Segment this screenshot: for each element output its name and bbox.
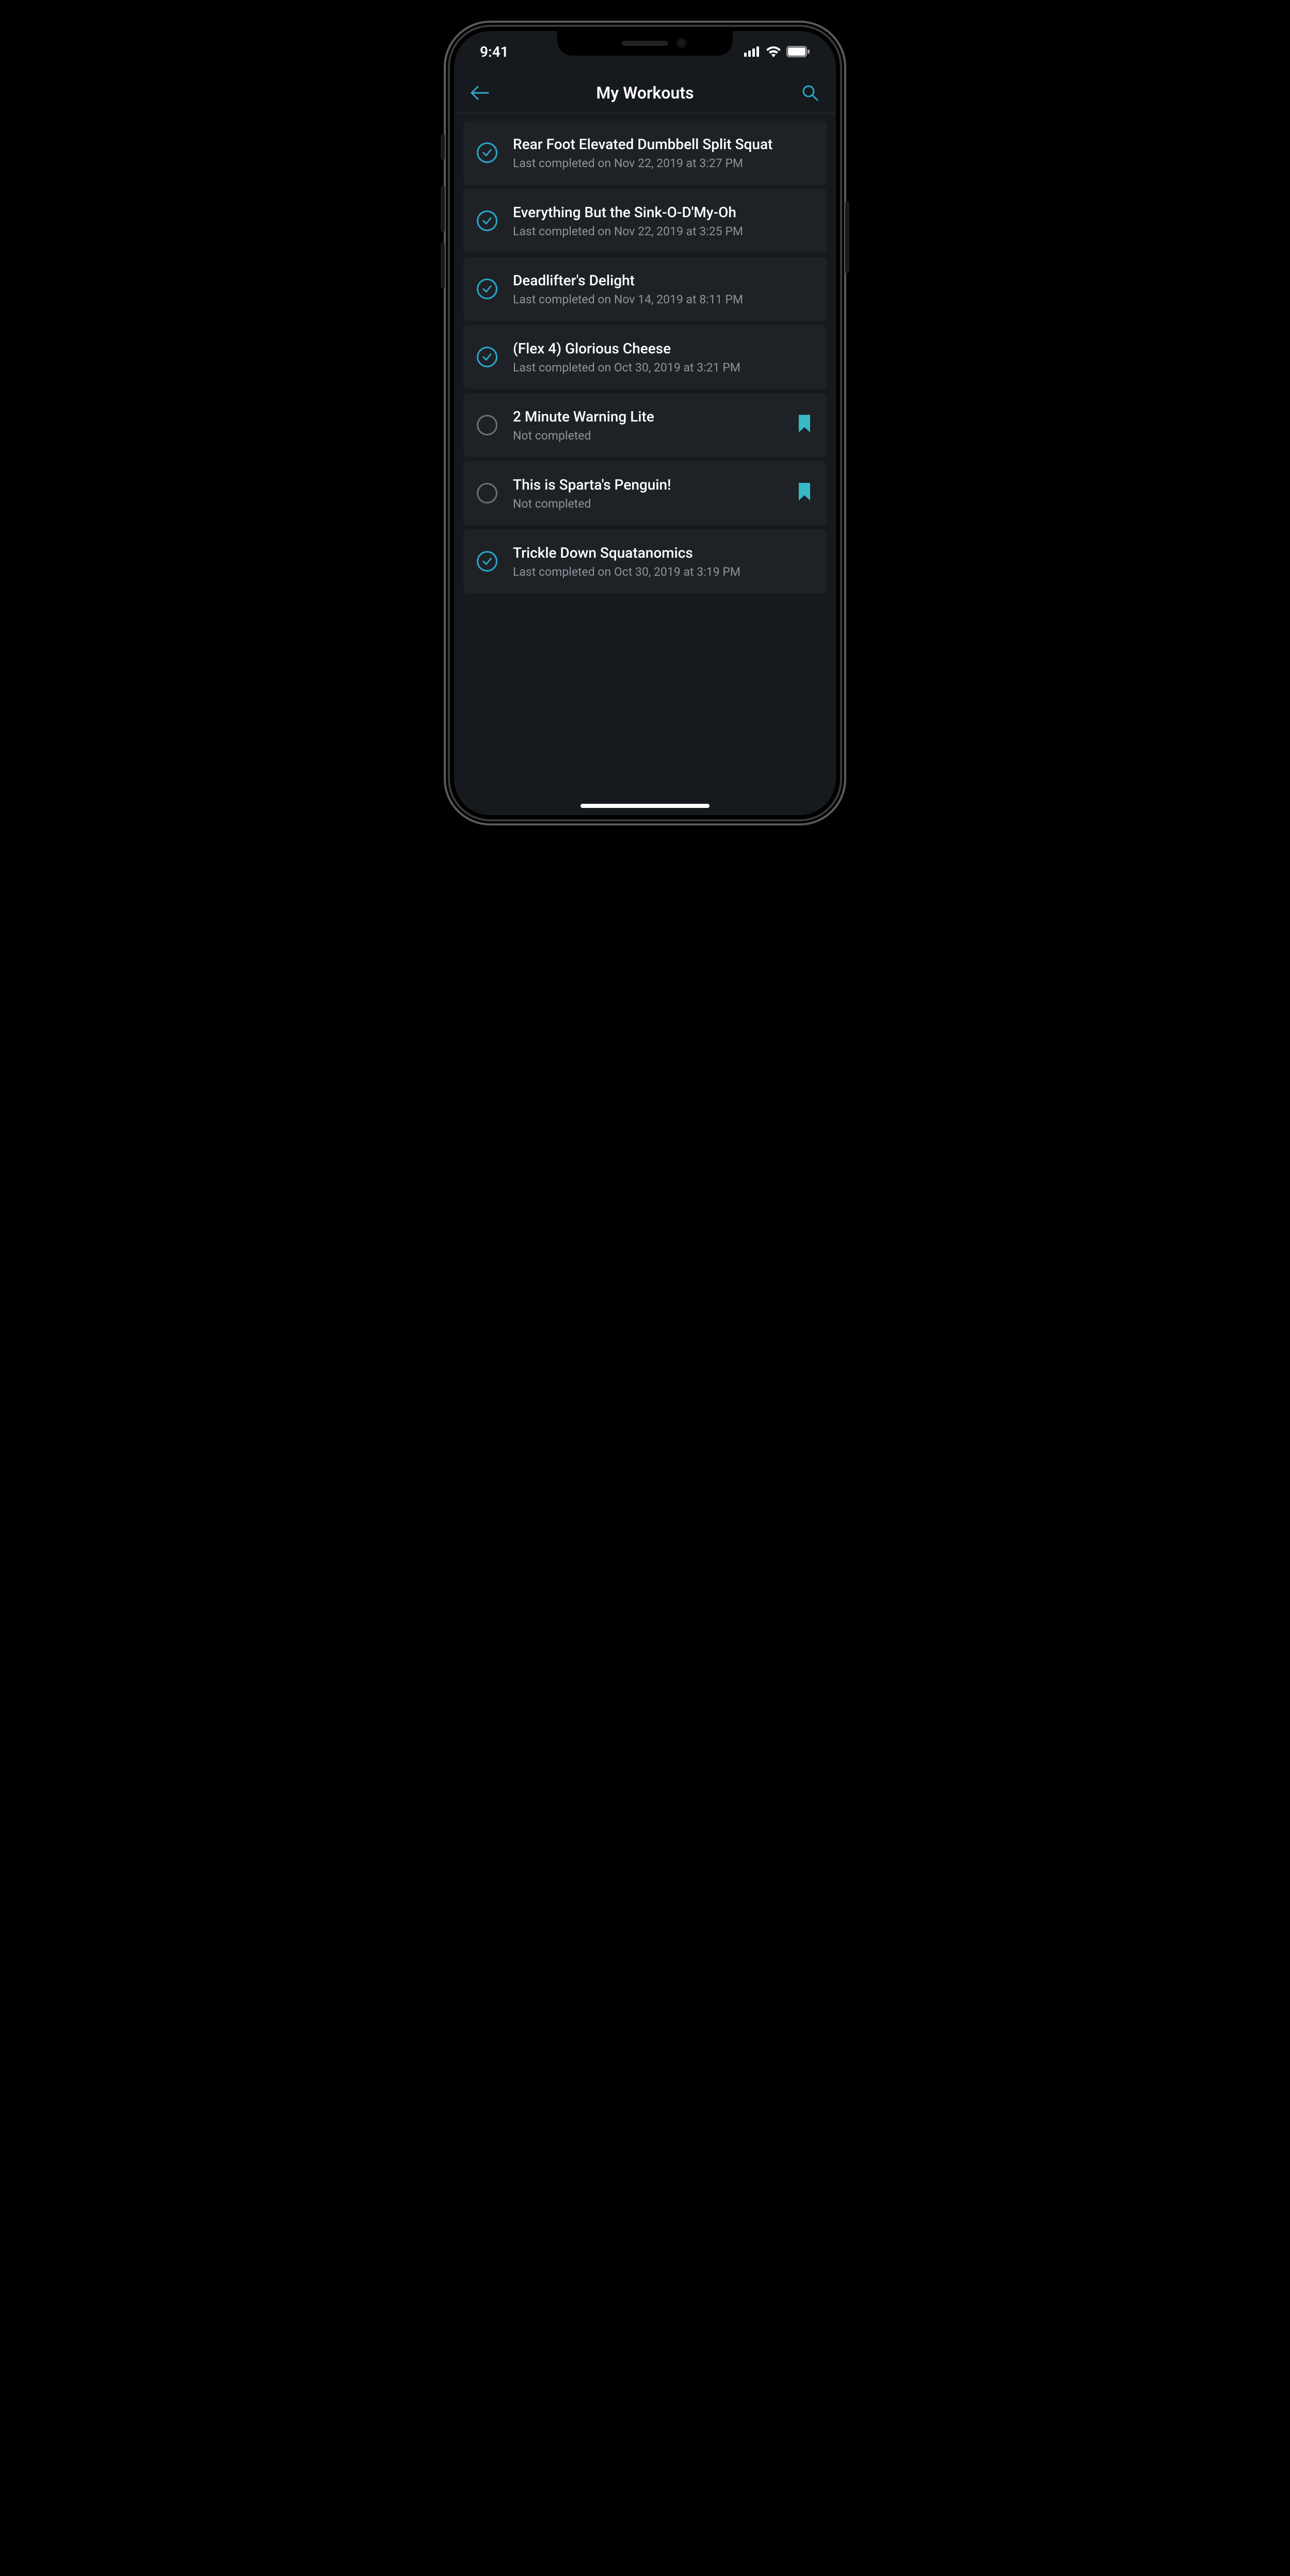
side-button <box>845 201 849 273</box>
workout-text: Rear Foot Elevated Dumbbell Split Squat L… <box>513 135 813 170</box>
workout-subtitle: Last completed on Nov 22, 2019 at 3:25 P… <box>513 224 813 238</box>
side-button <box>441 134 445 160</box>
workout-item[interactable]: Rear Foot Elevated Dumbbell Split Squat L… <box>463 121 827 185</box>
workout-title: This is Sparta's Penguin! <box>513 476 784 494</box>
workout-subtitle: Not completed <box>513 497 784 511</box>
workout-title: 2 Minute Warning Lite <box>513 408 784 426</box>
side-button <box>441 186 445 232</box>
workout-subtitle: Last completed on Nov 14, 2019 at 8:11 P… <box>513 293 813 306</box>
workout-text: This is Sparta's Penguin! Not completed <box>513 476 784 511</box>
checkmark-circle-icon <box>477 210 499 231</box>
bookmark-icon[interactable] <box>798 483 813 504</box>
workout-item[interactable]: 2 Minute Warning Lite Not completed <box>463 393 827 457</box>
workout-text: Trickle Down Squatanomics Last completed … <box>513 544 813 579</box>
workout-subtitle: Last completed on Nov 22, 2019 at 3:27 P… <box>513 156 813 170</box>
search-icon <box>802 85 818 101</box>
side-button <box>441 242 445 289</box>
workout-title: Deadlifter's Delight <box>513 271 813 289</box>
status-time: 9:41 <box>480 43 509 60</box>
notch <box>557 31 733 56</box>
checkmark-circle-icon <box>477 551 499 572</box>
front-camera <box>677 38 686 47</box>
workout-title: (Flex 4) Glorious Cheese <box>513 339 813 358</box>
battery-icon <box>786 46 810 57</box>
workout-text: 2 Minute Warning Lite Not completed <box>513 408 784 443</box>
arrow-left-icon <box>471 85 489 101</box>
workout-item[interactable]: (Flex 4) Glorious Cheese Last completed o… <box>463 325 827 389</box>
workout-title: Trickle Down Squatanomics <box>513 544 813 562</box>
workout-subtitle: Not completed <box>513 429 784 443</box>
page-title: My Workouts <box>454 83 836 103</box>
empty-circle-icon <box>477 483 499 504</box>
phone-frame: 9:41 My Workouts Rear Foot Elevated Dumb… <box>444 21 846 825</box>
nav-bar: My Workouts <box>454 72 836 114</box>
workout-text: Deadlifter's Delight Last completed on No… <box>513 271 813 306</box>
screen: 9:41 My Workouts Rear Foot Elevated Dumb… <box>454 31 836 815</box>
workout-text: (Flex 4) Glorious Cheese Last completed o… <box>513 339 813 375</box>
back-button[interactable] <box>469 82 491 104</box>
home-indicator[interactable] <box>580 804 710 808</box>
workout-title: Everything But the Sink-O-D'My-Oh <box>513 203 813 221</box>
workout-subtitle: Last completed on Oct 30, 2019 at 3:21 P… <box>513 361 813 375</box>
workout-subtitle: Last completed on Oct 30, 2019 at 3:19 P… <box>513 565 813 579</box>
search-button[interactable] <box>799 82 821 104</box>
status-icons <box>744 46 810 57</box>
checkmark-circle-icon <box>477 347 499 367</box>
workout-item[interactable]: Trickle Down Squatanomics Last completed … <box>463 529 827 593</box>
checkmark-circle-icon <box>477 279 499 299</box>
workout-item[interactable]: This is Sparta's Penguin! Not completed <box>463 461 827 525</box>
workout-list[interactable]: Rear Foot Elevated Dumbbell Split Squat L… <box>454 114 836 815</box>
workout-title: Rear Foot Elevated Dumbbell Split Squat <box>513 135 813 153</box>
speaker-grille <box>622 41 668 46</box>
wifi-icon <box>766 46 781 57</box>
workout-item[interactable]: Everything But the Sink-O-D'My-Oh Last co… <box>463 189 827 253</box>
empty-circle-icon <box>477 415 499 435</box>
workout-item[interactable]: Deadlifter's Delight Last completed on No… <box>463 257 827 321</box>
workout-text: Everything But the Sink-O-D'My-Oh Last co… <box>513 203 813 238</box>
bookmark-icon[interactable] <box>798 415 813 435</box>
signal-icon <box>744 46 761 57</box>
checkmark-circle-icon <box>477 142 499 163</box>
